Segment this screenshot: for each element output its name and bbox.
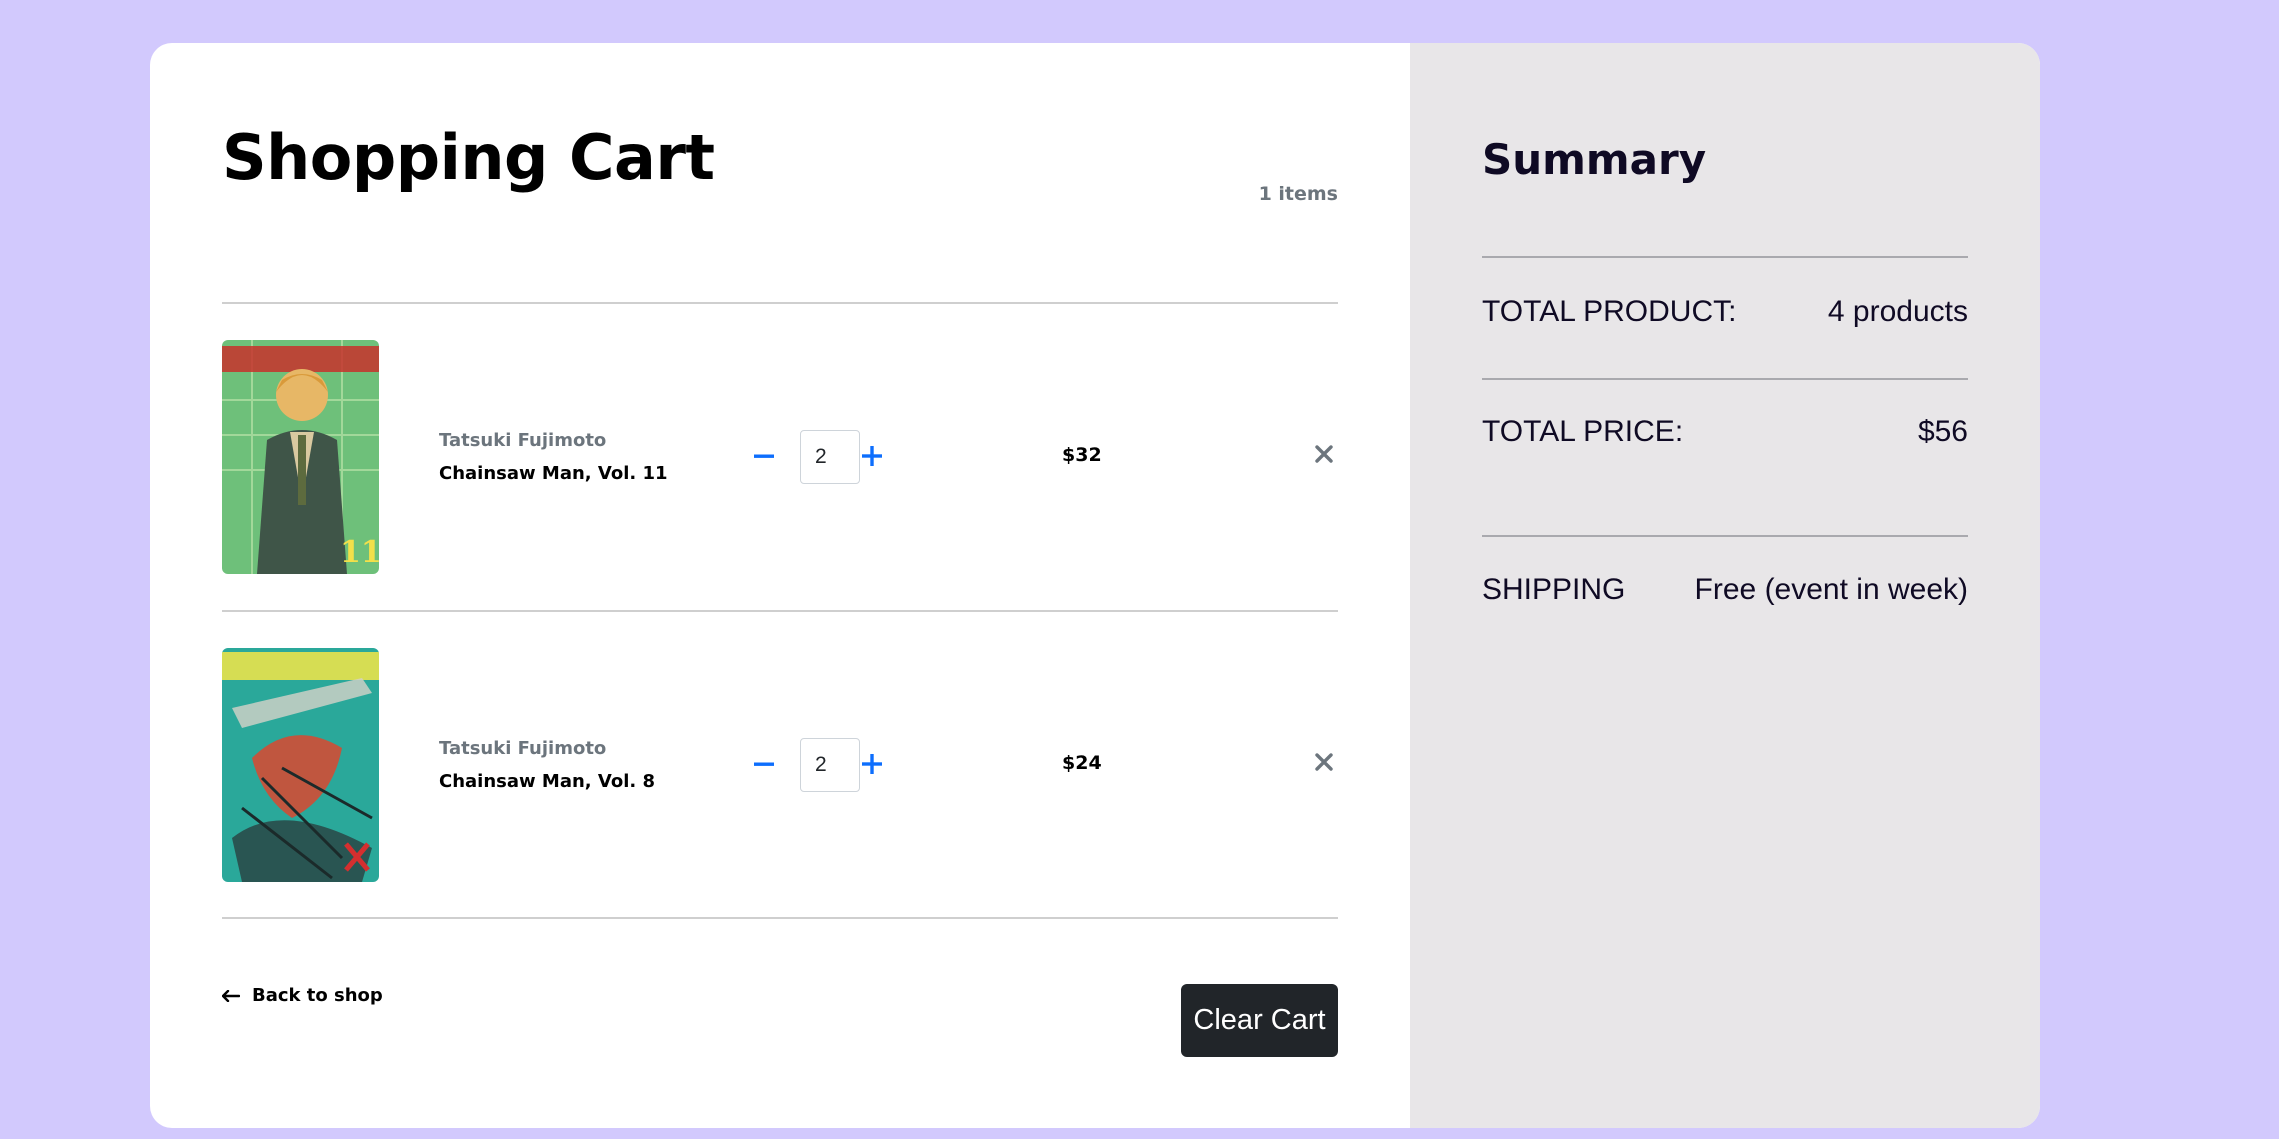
product-title: Chainsaw Man, Vol. 8 [439, 771, 655, 792]
increase-quantity-button[interactable] [852, 436, 892, 476]
shipping-label: SHIPPING [1482, 573, 1626, 606]
item-count: 1 items [1258, 183, 1338, 205]
product-price: $24 [1062, 752, 1102, 774]
plus-icon [862, 754, 882, 774]
summary-panel: Summary TOTAL PRODUCT: 4 products TOTAL … [1410, 43, 2040, 1128]
cart-card: Shopping Cart 1 items 11 Tatsuki Fujimot… [150, 43, 2040, 1128]
shipping-row: SHIPPING Free (event in week) [1482, 573, 1968, 607]
close-icon [1315, 753, 1333, 771]
product-cover-image [222, 648, 379, 882]
divider [1482, 256, 1968, 258]
increase-quantity-button[interactable] [852, 744, 892, 784]
divider [222, 610, 1338, 612]
remove-item-button[interactable] [1310, 440, 1338, 468]
remove-item-button[interactable] [1310, 748, 1338, 776]
cart-item-row: 11 Tatsuki Fujimoto Chainsaw Man, Vol. 1… [222, 340, 1338, 574]
divider [222, 302, 1338, 304]
clear-cart-button[interactable]: Clear Cart [1181, 984, 1338, 1057]
minus-icon [754, 762, 774, 766]
plus-icon [862, 446, 882, 466]
summary-title: Summary [1482, 135, 1707, 184]
back-to-shop-label: Back to shop [252, 985, 383, 1006]
product-price: $32 [1062, 444, 1102, 466]
quantity-input[interactable] [800, 430, 860, 484]
cart-item-row: Tatsuki Fujimoto Chainsaw Man, Vol. 8 $2… [222, 648, 1338, 882]
total-product-label: TOTAL PRODUCT: [1482, 295, 1737, 328]
svg-text:11: 11 [340, 535, 379, 570]
product-author: Tatsuki Fujimoto [439, 738, 607, 759]
shipping-value: Free (event in week) [1694, 573, 1968, 606]
total-price-label: TOTAL PRICE: [1482, 415, 1684, 448]
divider [1482, 378, 1968, 380]
quantity-input[interactable] [800, 738, 860, 792]
minus-icon [754, 454, 774, 458]
cart-pane: Shopping Cart 1 items 11 Tatsuki Fujimot… [150, 43, 1410, 1128]
product-title: Chainsaw Man, Vol. 11 [439, 463, 668, 484]
product-author: Tatsuki Fujimoto [439, 430, 607, 451]
total-price-row: TOTAL PRICE: $56 [1482, 415, 1968, 449]
page-title: Shopping Cart [222, 121, 715, 194]
back-to-shop-link[interactable]: Back to shop [222, 985, 383, 1006]
total-product-row: TOTAL PRODUCT: 4 products [1482, 295, 1968, 329]
arrow-left-icon [222, 989, 240, 1002]
close-icon [1315, 445, 1333, 463]
decrease-quantity-button[interactable] [744, 436, 784, 476]
divider [1482, 535, 1968, 537]
total-product-value: 4 products [1827, 295, 1968, 328]
total-price-value: $56 [1917, 415, 1968, 448]
decrease-quantity-button[interactable] [744, 744, 784, 784]
divider [222, 917, 1338, 919]
product-cover-image: 11 [222, 340, 379, 574]
